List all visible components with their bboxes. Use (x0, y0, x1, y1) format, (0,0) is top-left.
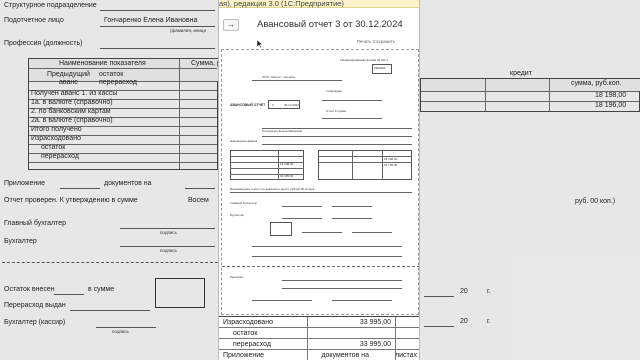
report-right-table (318, 150, 412, 180)
bg-year-suffix: г. (487, 318, 491, 325)
bg-row-fio: (фамилия, иници (170, 28, 206, 33)
bg-appendix-value: документов на (104, 180, 152, 187)
report-organization: ООО "Чистое" торговля (262, 75, 295, 79)
bg-overspend-label: Перерасход выдан (4, 302, 66, 309)
print-button[interactable]: Печать Сохранить (357, 39, 395, 44)
bg-row-person: Подотчетное лицо (4, 17, 64, 24)
bg-sign-caption: подпись (112, 329, 130, 334)
report-words-line: Восемнадцать тысяч сто девяносто шесть р… (230, 187, 315, 191)
bg-year: 20 (460, 288, 468, 295)
bg-table-header-sum: Сумма, р (191, 60, 221, 67)
bg-year: 20 (460, 318, 468, 325)
report-table-value: 15 795,00 (384, 163, 398, 167)
bg-table-row: 1а. в валюте (справочно) (31, 99, 113, 106)
report-title: АВАНСОВЫЙ ОТЧЕТ (230, 103, 266, 107)
bg-row-division: Структурное подразделение (4, 2, 97, 9)
arrow-right-icon: → (227, 20, 235, 29)
report-table-value: 18 198,00 (280, 162, 294, 166)
bg-row-position: Профессия (должность) (4, 40, 83, 47)
bg-line (100, 10, 215, 11)
bg-table-row: Предыдущий (47, 71, 90, 78)
bg-sum-header: сумма, руб.коп. (571, 80, 622, 87)
bg-checked-value: Восем (188, 197, 209, 204)
report-purpose: Назначение аванса (230, 139, 258, 143)
bg-stamp-box (155, 278, 205, 308)
report-signature-1: Главный бухгалтер (230, 201, 257, 205)
report-sum-label: Отчет в сумме (326, 109, 347, 113)
bg-table-row: 2. по банковским картам (31, 108, 111, 115)
report-preview[interactable]: Унифицированная форма № АО-1 0302001 ООО… (221, 49, 419, 315)
bg-chief-accountant: Главный бухгалтер (4, 220, 66, 227)
table-row: Израсходовано 33 995,00 (219, 317, 419, 328)
table-row: Приложение документов на листах (223, 352, 417, 359)
bg-appendix-label: Приложение (4, 180, 46, 187)
window-toolbar: → Авансовый отчет 3 от 30.12.2024 (219, 8, 419, 38)
bg-amount: 18 198,00 (595, 92, 627, 99)
report-signature-3: Расписка (230, 275, 243, 279)
report-window: ая), редакция 3.0 (1С:Предприятие) → Ава… (218, 0, 420, 360)
bg-table-row: Итого получено (31, 126, 82, 133)
report-signature-2: Бухгалтер (230, 213, 245, 217)
bg-accountant: Бухгалтер (4, 238, 37, 245)
window-title: ая), редакция 3.0 (1С:Предприятие) (219, 0, 344, 8)
report-okud: 0302001 (374, 66, 386, 70)
bg-line (100, 48, 215, 49)
bg-table-row: остаток (41, 144, 66, 151)
bg-line (100, 26, 215, 27)
bg-amount: 18 196,00 (595, 102, 627, 109)
report-table-value: 33 995,00 (280, 174, 294, 178)
bg-table-header-name: Наименование показателя (59, 60, 146, 67)
bg-rub-text: руб. 00 коп.) (575, 198, 616, 205)
bg-table-row: перерасход (41, 153, 80, 160)
report-approve: Утверждаю (326, 89, 342, 93)
bg-year-suffix: г. (487, 288, 491, 295)
bg-table-row: Израсходовано (31, 135, 81, 142)
bg-cashier-label: Бухгалтер (кассир) (4, 319, 66, 326)
bg-credit-header: кредит (510, 70, 532, 77)
report-table-value: 18 198,00 (384, 157, 398, 161)
table-row: перерасход 33 995,00 (219, 339, 419, 350)
bg-checked-label: Отчет проверен. К утверждению в сумме (4, 197, 138, 204)
bg-row-person-value: Гончаренко Елена Ивановна (104, 17, 198, 24)
report-stamp-box (270, 222, 292, 236)
window-titlebar[interactable]: ая), редакция 3.0 (1С:Предприятие) (219, 0, 419, 8)
mouse-cursor-icon (257, 40, 263, 48)
bg-right-table: сумма, руб.коп. 18 198,00 18 196,00 (420, 78, 640, 112)
bg-summary-table: Наименование показателя Сумма, р Предыду… (28, 58, 221, 170)
table-row: остаток (219, 328, 419, 339)
bg-sign-caption: подпись (160, 248, 178, 253)
document-title: Авансовый отчет 3 от 30.12.2024 (257, 19, 403, 30)
report-number: 3 (272, 103, 274, 107)
bg-table-subrow: перерасход (99, 79, 138, 86)
bottom-table: Израсходовано 33 995,00 остаток перерасх… (219, 316, 419, 360)
report-form-code: Унифицированная форма № АО-1 (340, 58, 389, 62)
bg-remainder-value: в сумме (88, 286, 115, 293)
bg-sign-caption: подпись (160, 230, 178, 235)
bg-table-row: 2а. в валюте (справочно) (31, 117, 113, 124)
report-date: 30.12.2024 (284, 103, 300, 107)
bg-remainder-label: Остаток внесен (4, 286, 55, 293)
report-person: Гончаренко Елена Ивановна (262, 129, 303, 133)
print-toolbar: Печать Сохранить (219, 39, 419, 48)
bg-table-subrow: остаток (99, 71, 124, 78)
bg-table-row: Получен аванс 1. из кассы (31, 90, 118, 97)
back-button[interactable]: → (223, 19, 239, 31)
bg-table-row: аванс (59, 79, 78, 86)
